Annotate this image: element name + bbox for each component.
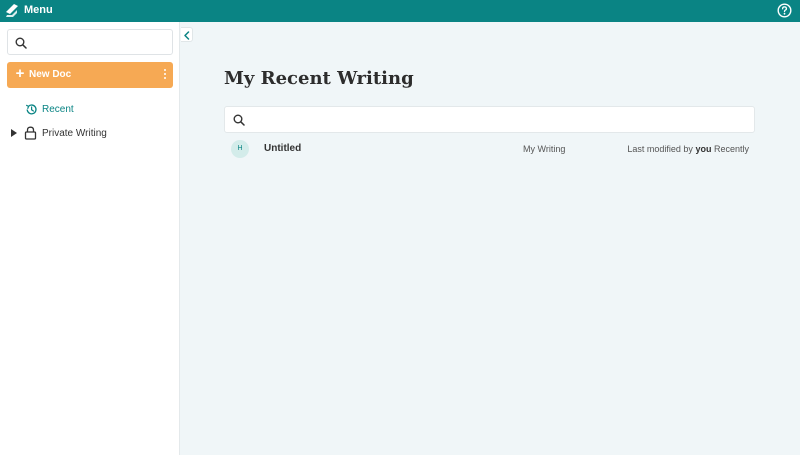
menu-label[interactable]: Menu (24, 4, 53, 16)
document-folder: My Writing (523, 144, 566, 154)
page-title: My Recent Writing (224, 68, 414, 89)
more-options-icon[interactable] (161, 67, 169, 83)
collapse-sidebar-button[interactable] (181, 27, 193, 42)
main-search[interactable] (224, 106, 755, 133)
help-circle-icon[interactable] (777, 3, 792, 18)
history-icon (25, 104, 37, 115)
top-bar: Menu (0, 0, 800, 22)
new-doc-label: New Doc (29, 69, 72, 80)
search-icon (15, 37, 27, 49)
expand-caret-icon[interactable] (11, 129, 17, 137)
modified-by: you (695, 144, 712, 154)
modified-prefix: Last modified by (627, 144, 693, 154)
modified-when: Recently (713, 144, 749, 154)
sidebar-item-label: Private Writing (42, 128, 107, 139)
document-row[interactable]: H Untitled My Writing Last modified by y… (224, 138, 755, 160)
sidebar-item-private-writing[interactable]: Private Writing (10, 126, 170, 142)
sidebar: + New Doc Recent Private Writing (0, 22, 180, 455)
lock-icon (24, 126, 37, 140)
avatar: H (231, 140, 249, 158)
pen-logo-icon[interactable] (5, 3, 19, 18)
search-icon (233, 114, 245, 126)
document-modified: Last modified by you Recently (627, 144, 749, 154)
chevron-left-icon (184, 31, 190, 40)
plus-icon: + (15, 65, 25, 82)
sidebar-item-label: Recent (42, 104, 74, 115)
new-doc-button[interactable]: + New Doc (7, 62, 173, 88)
sidebar-search-input[interactable] (32, 33, 168, 51)
main-search-input[interactable] (253, 111, 743, 129)
sidebar-search[interactable] (7, 29, 173, 55)
document-title[interactable]: Untitled (264, 143, 301, 154)
